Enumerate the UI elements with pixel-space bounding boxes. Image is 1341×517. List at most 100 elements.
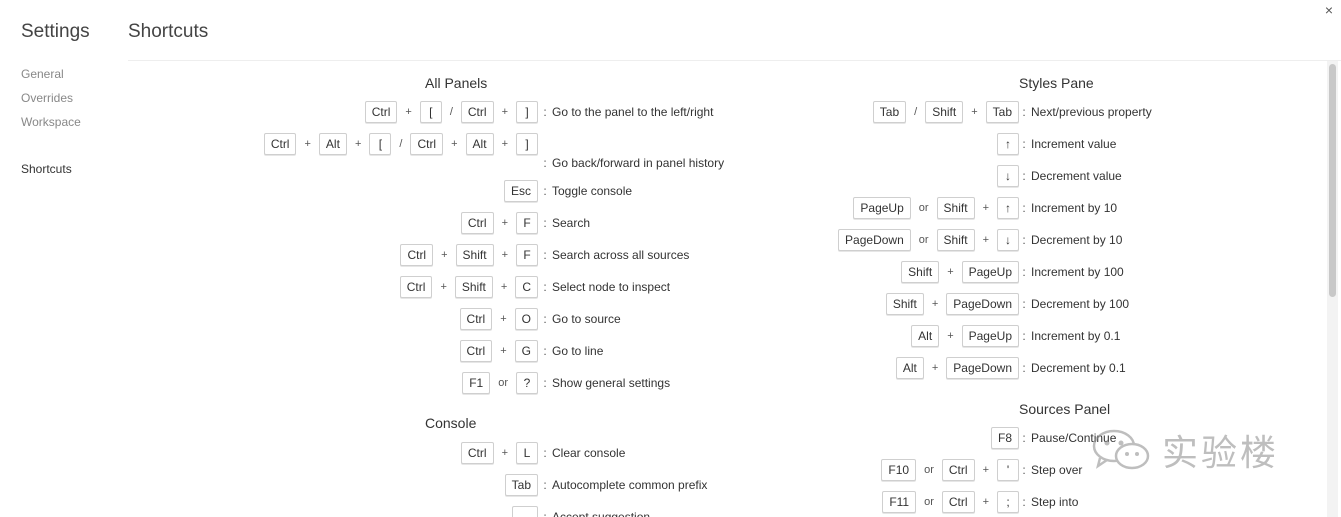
key-separator: +	[500, 313, 507, 325]
shortcut-description-group: : Go to line	[540, 338, 603, 364]
shortcut-keys: Ctrl + F	[460, 210, 538, 236]
shortcut-row: Shift + PageUp: Increment by 100	[728, 259, 1325, 285]
keyboard-key: Shift	[901, 261, 940, 283]
key-separator: +	[354, 138, 362, 150]
shortcut-keys: Ctrl + G	[459, 338, 538, 364]
shortcut-description: Go to source	[552, 312, 621, 326]
keyboard-key: PageUp	[961, 261, 1019, 283]
keyboard-key: Shift	[925, 101, 964, 123]
section-title: Sources Panel	[1019, 401, 1111, 417]
shortcut-description-group: : Decrement by 100	[1019, 291, 1129, 317]
shortcut-row: Tab / Shift + Tab: Next/previous property	[728, 99, 1325, 125]
shortcut-row: Ctrl + O: Go to source	[128, 306, 728, 332]
shortcut-description-group: : Search	[540, 210, 590, 236]
keyboard-key: Alt	[895, 357, 924, 379]
close-icon[interactable]: ×	[1325, 2, 1333, 18]
shortcut-description-group: : Increment by 0.1	[1019, 323, 1120, 349]
shortcut-description-group: : Pause/Continue	[1019, 425, 1116, 451]
shortcut-description-group: : Show general settings	[540, 370, 670, 396]
keyboard-key: Ctrl	[410, 133, 444, 155]
shortcut-description-group: : Increment value	[1019, 131, 1116, 157]
keyboard-key: Shift	[936, 229, 975, 251]
keyboard-key: →	[512, 506, 538, 517]
shortcut-keys: Ctrl + Shift + F	[400, 242, 538, 268]
colon-separator: :	[1022, 463, 1026, 477]
keyboard-key: PageDown	[946, 293, 1019, 315]
keyboard-key: F1	[462, 372, 491, 394]
shortcut-row: Ctrl + [/ Ctrl +]: Go to the panel to the lef…	[128, 99, 728, 125]
keyboard-key: Alt	[318, 133, 347, 155]
colon-separator: :	[543, 156, 547, 170]
keyboard-key: Ctrl	[941, 491, 975, 513]
colon-separator: :	[543, 344, 547, 358]
keyboard-key: ↓	[997, 229, 1019, 251]
keyboard-key: G	[514, 340, 538, 362]
key-separator: +	[500, 281, 508, 293]
keyboard-key: ]	[516, 101, 538, 123]
shortcut-row: Ctrl + F: Search	[128, 210, 728, 236]
colon-separator: :	[543, 446, 547, 460]
shortcut-keys: Ctrl + Shift + C	[399, 274, 538, 300]
scrollbar-thumb[interactable]	[1329, 64, 1336, 297]
colon-separator: :	[1022, 233, 1026, 247]
shortcuts-content[interactable]: All Panels Ctrl + [/ Ctrl +]: Go to the panel …	[128, 61, 1325, 517]
shortcut-description: Increment by 0.1	[1031, 329, 1121, 343]
shortcut-description-group: : Go to source	[540, 306, 621, 332]
key-separator: +	[451, 138, 458, 150]
colon-separator: :	[1022, 137, 1026, 151]
shortcut-row: ↓: Decrement value	[728, 163, 1325, 189]
shortcut-keys: ↓	[997, 163, 1019, 189]
shortcut-row: Ctrl + Alt + [/ Ctrl + Alt +]: Go back/forward in…	[128, 131, 728, 170]
keyboard-key: Alt	[465, 133, 494, 155]
shortcut-description-group: : Select node to inspect	[540, 274, 670, 300]
key-separator: +	[947, 330, 954, 342]
key-separator: or	[924, 496, 934, 508]
shortcut-row: →: Accept suggestion	[128, 504, 728, 517]
colon-separator: :	[1022, 361, 1026, 375]
keyboard-key: Esc	[503, 180, 538, 202]
colon-separator: :	[543, 510, 547, 517]
keyboard-key: PageUp	[961, 325, 1019, 347]
sidebar-item-overrides[interactable]: Overrides	[21, 90, 81, 114]
key-separator: +	[405, 106, 412, 118]
shortcut-description-group: : Toggle console	[540, 178, 632, 204]
shortcut-keys: Alt + PageUp	[911, 323, 1019, 349]
key-separator: +	[982, 202, 989, 214]
sidebar-nav: General Overrides Workspace Shortcuts	[21, 66, 81, 185]
shortcut-description: Select node to inspect	[552, 280, 671, 294]
colon-separator: :	[543, 216, 547, 230]
keyboard-key: Shift	[454, 276, 493, 298]
keyboard-key: ↓	[997, 165, 1019, 187]
key-separator: +	[440, 281, 447, 293]
key-separator: or	[918, 234, 929, 246]
shortcut-row: Ctrl + Shift + F: Search across all sources	[128, 242, 728, 268]
shortcut-row: Ctrl + L: Clear console	[128, 440, 728, 466]
colon-separator: :	[1022, 265, 1026, 279]
sidebar-title: Settings	[21, 21, 90, 42]
shortcut-description-group: : Decrement by 10	[1019, 227, 1122, 253]
keyboard-key: PageDown	[838, 229, 911, 251]
keyboard-key: Shift	[885, 293, 924, 315]
keyboard-key: Tab	[504, 474, 538, 496]
shortcut-description: Decrement by 10	[1031, 233, 1123, 247]
keyboard-key: Ctrl	[399, 276, 433, 298]
sidebar-item-shortcuts[interactable]: Shortcuts	[21, 161, 81, 185]
sidebar-item-workspace[interactable]: Workspace	[21, 114, 81, 138]
shortcut-description: Decrement value	[1031, 169, 1122, 183]
key-separator: +	[501, 106, 508, 118]
scrollbar[interactable]	[1327, 61, 1338, 517]
shortcut-description: Autocomplete common prefix	[552, 478, 708, 492]
keyboard-key: F	[516, 212, 538, 234]
shortcut-keys: Esc	[503, 178, 538, 204]
sidebar-item-general[interactable]: General	[21, 66, 81, 90]
keyboard-key: Shift	[936, 197, 975, 219]
keyboard-key: Ctrl	[941, 459, 975, 481]
shortcut-description-group: : Step into	[1019, 489, 1078, 515]
keyboard-key: Ctrl	[460, 212, 494, 234]
key-separator: +	[931, 298, 939, 310]
keyboard-key: Ctrl	[459, 308, 493, 330]
shortcut-description: Step over	[1031, 463, 1083, 477]
keyboard-key: ↑	[997, 197, 1019, 219]
colon-separator: :	[543, 248, 547, 262]
colon-separator: :	[1022, 201, 1026, 215]
